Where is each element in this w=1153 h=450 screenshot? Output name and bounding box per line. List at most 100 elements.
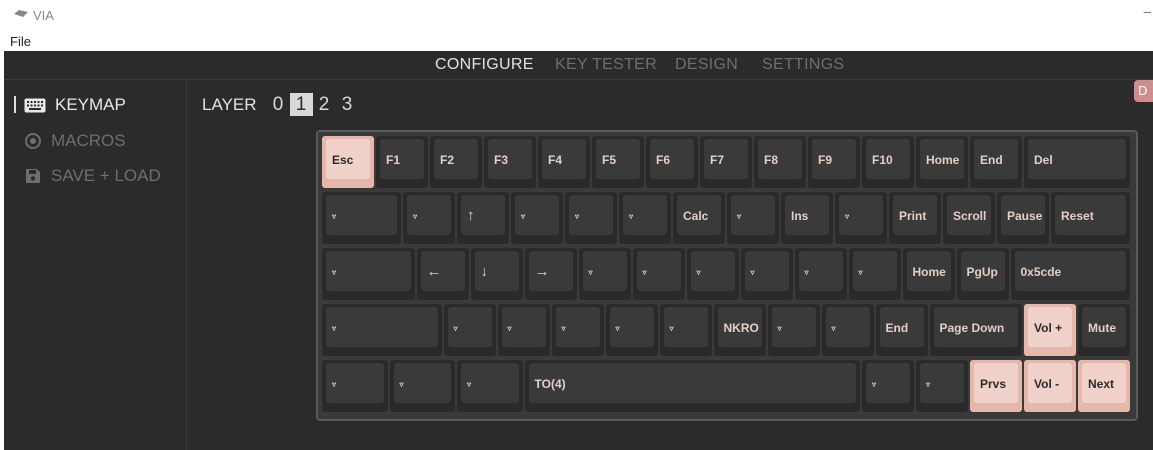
key[interactable]: ←	[416, 248, 469, 300]
key[interactable]: Next	[1078, 360, 1130, 412]
key-label: ▿	[507, 324, 512, 333]
tab-design[interactable]: DESIGN	[675, 56, 738, 74]
key[interactable]: Vol +	[1024, 304, 1076, 356]
key-label: Esc	[332, 153, 354, 167]
key-label: Home	[926, 153, 960, 167]
key[interactable]: Pause	[997, 192, 1049, 244]
key[interactable]: ▿	[443, 304, 496, 356]
key[interactable]: ▿	[659, 304, 712, 356]
key[interactable]: ▿	[848, 248, 901, 300]
key[interactable]: Home	[916, 136, 968, 188]
key[interactable]: ↓	[470, 248, 523, 300]
layer-1-button[interactable]: 1	[289, 93, 313, 116]
key-label: ▿	[332, 380, 337, 389]
key[interactable]: F5	[592, 136, 644, 188]
key[interactable]: F8	[754, 136, 806, 188]
key[interactable]: ▿	[389, 360, 455, 412]
key[interactable]: F1	[376, 136, 428, 188]
key[interactable]: ↑	[457, 192, 509, 244]
key[interactable]: F7	[700, 136, 752, 188]
key[interactable]: ▿	[862, 360, 914, 412]
key[interactable]: F4	[538, 136, 590, 188]
key[interactable]: F3	[484, 136, 536, 188]
key-label: Ins	[791, 209, 809, 223]
key[interactable]: ▿	[511, 192, 563, 244]
app-window: VIA – File CONFIGURE KEY TESTER DESIGN S…	[4, 0, 1153, 450]
key[interactable]: Scroll	[943, 192, 995, 244]
tab-configure[interactable]: CONFIGURE	[435, 56, 534, 74]
key-label: ▿	[588, 268, 593, 277]
key[interactable]: Calc	[673, 192, 725, 244]
key[interactable]: F9	[808, 136, 860, 188]
key[interactable]: ▿	[605, 304, 658, 356]
key-label: ▿	[413, 212, 418, 221]
key[interactable]: ▿	[632, 248, 685, 300]
key-label: ▿	[561, 324, 566, 333]
key[interactable]: ▿	[619, 192, 671, 244]
key[interactable]: ▿	[322, 360, 388, 412]
key-label: ↑	[467, 207, 475, 224]
minimize-button[interactable]: –	[1144, 4, 1151, 19]
key-label: F7	[710, 153, 725, 167]
key-label: F2	[440, 153, 455, 167]
key-label: PgUp	[966, 265, 998, 279]
key[interactable]: →	[524, 248, 577, 300]
key[interactable]: ▿	[551, 304, 604, 356]
key[interactable]: ▿	[740, 248, 793, 300]
key-label: F5	[602, 153, 617, 167]
key[interactable]: Esc	[322, 136, 374, 188]
window-title: VIA	[33, 8, 54, 23]
key[interactable]: Print	[889, 192, 941, 244]
key[interactable]: Prvs	[970, 360, 1022, 412]
key[interactable]: ▿	[794, 248, 847, 300]
key[interactable]: Del	[1024, 136, 1130, 188]
sidebar-item-macros[interactable]: MACROS	[24, 131, 126, 151]
key[interactable]: End	[875, 304, 928, 356]
key[interactable]: Vol -	[1024, 360, 1076, 412]
key[interactable]: Mute	[1078, 304, 1130, 356]
side-tab-button[interactable]: D	[1134, 80, 1153, 102]
key[interactable]: F2	[430, 136, 482, 188]
key[interactable]: F10	[862, 136, 914, 188]
key[interactable]: End	[970, 136, 1022, 188]
key[interactable]: ▿	[403, 192, 455, 244]
key-label: ▿	[737, 212, 742, 221]
tab-settings[interactable]: SETTINGS	[762, 56, 844, 74]
key-label: ▿	[669, 324, 674, 333]
key[interactable]: ▿	[686, 248, 739, 300]
key-label: ▿	[629, 212, 634, 221]
key[interactable]: NKRO	[713, 304, 766, 356]
layer-2-button[interactable]: 2	[313, 93, 336, 116]
key[interactable]: ▿	[565, 192, 617, 244]
key[interactable]: ▿	[767, 304, 820, 356]
key-label: Mute	[1088, 321, 1116, 335]
tab-key-tester[interactable]: KEY TESTER	[555, 56, 657, 74]
layer-3-button[interactable]: 3	[336, 93, 359, 116]
key[interactable]: TO(4)	[524, 360, 860, 412]
key-label: Prvs	[980, 377, 1007, 391]
key[interactable]: ▿	[821, 304, 874, 356]
key[interactable]: ▿	[322, 248, 415, 300]
key[interactable]: Ins	[781, 192, 833, 244]
key[interactable]: F6	[646, 136, 698, 188]
key[interactable]: ▿	[322, 192, 401, 244]
key[interactable]: ▿	[322, 304, 442, 356]
key[interactable]: PgUp	[956, 248, 1009, 300]
key[interactable]: ▿	[916, 360, 968, 412]
key[interactable]: Reset	[1051, 192, 1130, 244]
key[interactable]: ▿	[727, 192, 779, 244]
sidebar-item-save-load[interactable]: SAVE + LOAD	[24, 166, 161, 186]
key-label: End	[980, 153, 1003, 167]
key-label: F4	[548, 153, 563, 167]
key-label: ▿	[831, 324, 836, 333]
menu-file[interactable]: File	[10, 34, 31, 49]
sidebar-item-keymap[interactable]: KEYMAP	[24, 95, 126, 115]
key[interactable]: Home	[902, 248, 955, 300]
key[interactable]: Page Down	[929, 304, 1022, 356]
layer-0-button[interactable]: 0	[267, 93, 290, 116]
key[interactable]: ▿	[835, 192, 887, 244]
key[interactable]: ▿	[578, 248, 631, 300]
key[interactable]: ▿	[457, 360, 523, 412]
key[interactable]: ▿	[497, 304, 550, 356]
key[interactable]: 0x5cde	[1010, 248, 1130, 300]
